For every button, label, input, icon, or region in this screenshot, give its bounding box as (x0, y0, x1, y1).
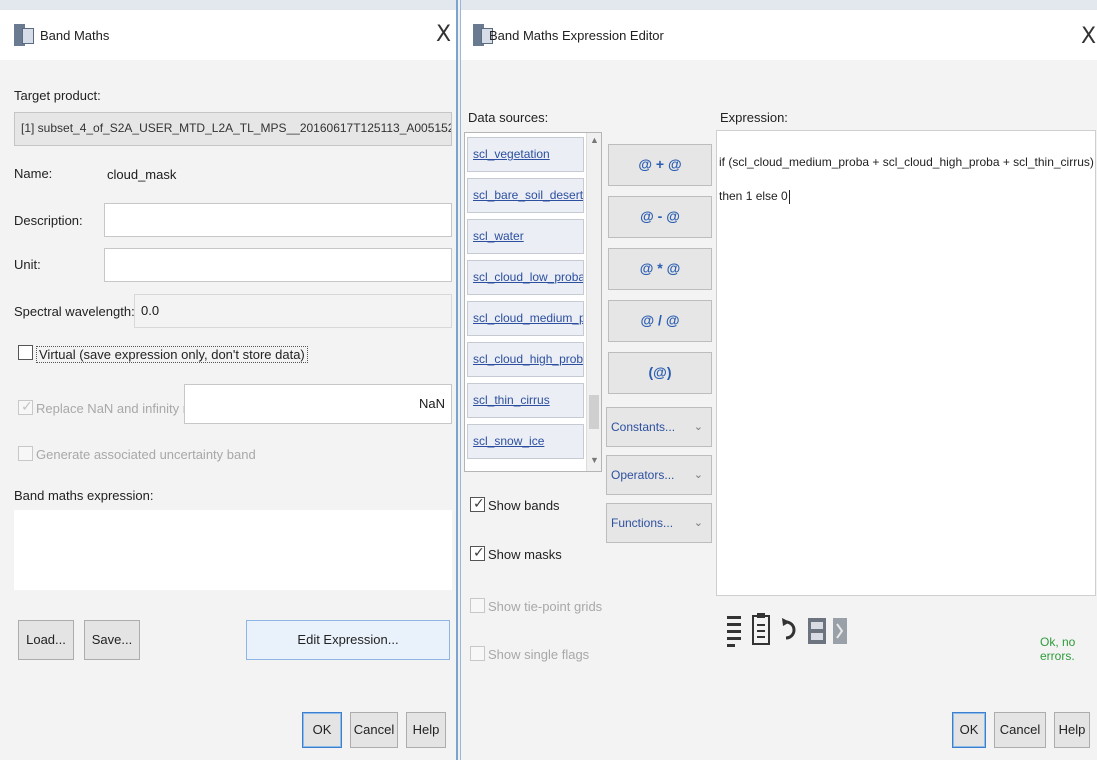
data-source-label: scl_water (473, 229, 524, 243)
load-button[interactable]: Load... (18, 620, 74, 660)
window-top-edge (0, 0, 456, 10)
status-message: Ok, no errors. (1040, 635, 1076, 663)
expression-editor[interactable]: if (scl_cloud_medium_proba + scl_cloud_h… (716, 130, 1097, 596)
target-product-value: [1] subset_4_of_S2A_USER_MTD_L2A_TL_MPS_… (21, 121, 451, 135)
data-sources-list[interactable]: scl_vegetation scl_bare_soil_desert scl_wa… (464, 132, 602, 472)
data-source-item[interactable]: scl_cloud_medium_proba (467, 301, 584, 336)
chevron-down-icon: ⌄ (693, 469, 703, 481)
data-source-item[interactable]: scl_snow_ice (467, 424, 584, 459)
history-icon[interactable] (806, 612, 828, 648)
data-source-label: scl_vegetation (473, 147, 550, 161)
close-icon[interactable]: X (436, 22, 451, 47)
scroll-up-icon[interactable]: ▲ (590, 135, 599, 145)
dialog-title: Band Maths Expression Editor (489, 28, 664, 43)
clipboard-icon[interactable] (750, 612, 772, 648)
operator-button[interactable]: @ + @ (608, 144, 712, 186)
save-button[interactable]: Save... (84, 620, 140, 660)
show-masks-label: Show masks (488, 547, 562, 562)
cancel-button[interactable]: Cancel (350, 712, 398, 748)
spectral-wavelength-label: Spectral wavelength: (14, 304, 135, 319)
align-icon[interactable] (727, 612, 741, 648)
data-sources-label: Data sources: (468, 110, 549, 125)
band-maths-titlebar[interactable]: Band Maths X (0, 10, 456, 60)
uncertainty-checkbox (18, 446, 33, 461)
expression-area[interactable] (14, 510, 452, 590)
virtual-checkbox[interactable] (18, 345, 33, 360)
unit-field[interactable] (104, 248, 452, 282)
window-top-edge (461, 0, 1097, 10)
band-maths-dialog: Band Maths X Target product: [1] subset_… (0, 0, 458, 760)
expression-label: Band maths expression: (14, 488, 154, 503)
uncertainty-label: Generate associated uncertainty band (36, 447, 256, 462)
data-source-item[interactable]: scl_cloud_high_proba (467, 342, 584, 377)
show-tiepoint-label: Show tie-point grids (488, 599, 603, 614)
operator-button[interactable]: @ / @ (608, 300, 712, 342)
target-product-label: Target product: (14, 88, 101, 103)
close-icon[interactable]: X (1081, 24, 1096, 49)
chevron-down-icon: ⌄ (693, 421, 703, 433)
scroll-thumb[interactable] (589, 395, 599, 429)
show-single-flags-checkbox (470, 646, 485, 661)
expression-editor-titlebar[interactable]: Band Maths Expression Editor X (461, 10, 1097, 60)
show-bands-label: Show bands (488, 498, 560, 513)
expression-label: Expression: (720, 110, 788, 125)
data-source-item[interactable]: scl_vegetation (467, 137, 584, 172)
data-source-item[interactable]: scl_cloud_low_proba (467, 260, 584, 295)
snap-app-icon (14, 24, 36, 46)
name-field[interactable]: cloud_mask (100, 158, 452, 192)
data-source-item[interactable]: scl_bare_soil_desert (467, 178, 584, 213)
constants-button[interactable]: Constants... ⌄ (606, 407, 712, 447)
name-label: Name: (14, 166, 53, 181)
operator-button[interactable]: @ - @ (608, 196, 712, 238)
data-source-label: scl_bare_soil_desert (473, 188, 584, 202)
show-single-flags-label: Show single flags (488, 647, 590, 662)
help-button[interactable]: Help (1054, 712, 1090, 748)
operator-button[interactable]: @ * @ (608, 248, 712, 290)
chevron-down-icon: ⌄ (693, 517, 703, 529)
replace-nan-checkbox: ✓ (18, 398, 33, 415)
undo-icon[interactable] (780, 612, 802, 648)
expression-line-2: then 1 else 0 (719, 189, 790, 204)
edit-expression-button[interactable]: Edit Expression... (246, 620, 450, 660)
virtual-label: Virtual (save expression only, don't sto… (36, 346, 308, 363)
spectral-wavelength-field[interactable]: 0.0 (134, 294, 452, 328)
target-product-select[interactable]: [1] subset_4_of_S2A_USER_MTD_L2A_TL_MPS_… (14, 112, 452, 146)
help-button[interactable]: Help (406, 712, 446, 748)
description-label: Description: (14, 213, 83, 228)
functions-label: Functions... (611, 516, 674, 530)
data-source-label: scl_cloud_medium_proba (473, 311, 583, 325)
dialog-title: Band Maths (40, 28, 110, 43)
show-bands-checkbox[interactable]: ✓ (470, 495, 485, 512)
constants-label: Constants... (611, 420, 676, 434)
operators-button[interactable]: Operators... ⌄ (606, 455, 712, 495)
scroll-down-icon[interactable]: ▼ (590, 455, 599, 465)
data-source-label: scl_thin_cirrus (473, 393, 550, 407)
operators-label: Operators... (611, 468, 675, 482)
replace-nan-field: NaN (184, 384, 452, 424)
data-source-item[interactable]: scl_thin_cirrus (467, 383, 584, 418)
show-masks-checkbox[interactable]: ✓ (470, 544, 485, 561)
ok-button[interactable]: OK (302, 712, 342, 748)
cancel-button[interactable]: Cancel (994, 712, 1046, 748)
functions-button[interactable]: Functions... ⌄ (606, 503, 712, 543)
operator-button[interactable]: (@) (608, 352, 712, 394)
show-tiepoint-checkbox (470, 598, 485, 613)
ok-button[interactable]: OK (952, 712, 986, 748)
data-source-label: scl_cloud_low_proba (473, 270, 584, 284)
description-field[interactable] (104, 203, 452, 237)
data-source-label: scl_snow_ice (473, 434, 545, 448)
chevron-down-icon: ⌄ (435, 123, 445, 135)
data-source-label: scl_cloud_high_proba (473, 352, 584, 366)
expression-line-1: if (scl_cloud_medium_proba + scl_cloud_h… (719, 155, 1097, 169)
data-source-item[interactable]: scl_water (467, 219, 584, 254)
redo-icon[interactable] (832, 612, 848, 648)
unit-label: Unit: (14, 257, 41, 272)
list-scrollbar[interactable]: ▲ ▼ (586, 133, 601, 471)
